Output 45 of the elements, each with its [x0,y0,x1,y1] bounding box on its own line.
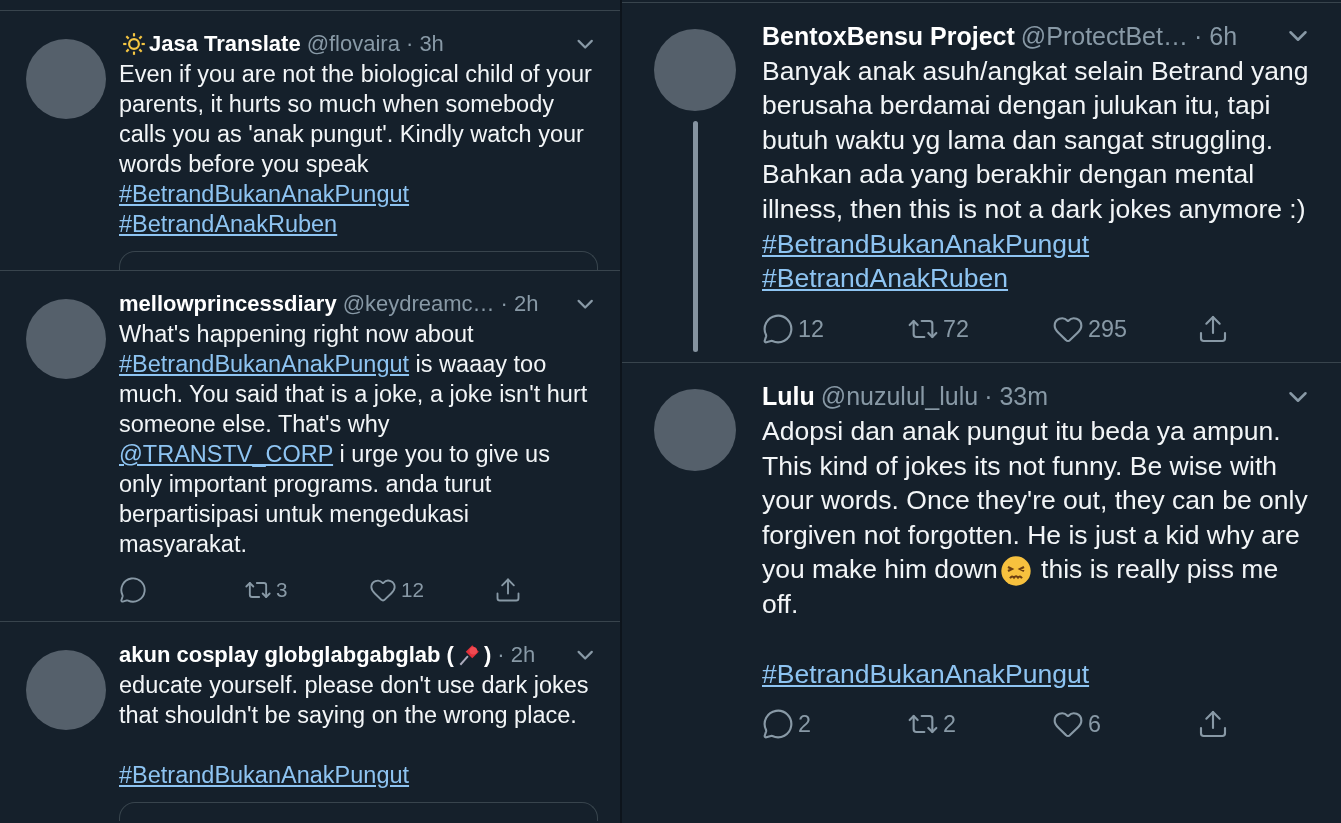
user-handle[interactable]: @ProtectBet… [1020,19,1188,54]
reply-button[interactable]: 12 [762,311,824,347]
persevering-face-icon [999,555,1032,588]
hashtag-link[interactable]: #BetrandBukanAnakPungut [762,658,1090,689]
user-handle[interactable]: @keydreamc… [342,289,495,319]
display-name[interactable]: Lulu [762,379,815,414]
timestamp[interactable]: · 2h [500,289,539,319]
hashtag-link[interactable]: #BetrandBukanAnakPungut [119,762,410,788]
tweet-text: Even if you are not the biological child of your parents, it hurts so much when somebody calls you as 'anak pungut'. Kindly watch your words before you speak [119,60,593,179]
retweet-button[interactable]: 3 [244,575,288,605]
user-handle[interactable]: @flovaira [306,29,400,59]
like-button[interactable]: 12 [369,575,424,605]
hashtag-link[interactable]: #BetrandAnakRuben [119,211,338,237]
hashtag-link[interactable]: #BetrandAnakRuben [762,263,1009,294]
reply-icon [762,313,794,346]
display-name[interactable]: BentoxBensu Project [762,19,1015,54]
display-name[interactable]: ) [483,640,492,670]
display-name[interactable]: mellowprincessdiary [119,289,337,319]
timestamp[interactable]: · 2h [497,640,536,670]
reply-icon [762,708,794,741]
tweet[interactable]: akun cosplay globglabgabglab ( ) · 2h educate yourself. please don't use dark jokes that shouldn't be saying on the wrong place. #BetrandBukanAnakPungut [0,621,620,821]
timestamp[interactable]: · 33m [984,379,1049,414]
timestamp[interactable]: · 6h [1193,19,1238,54]
share-icon [494,576,522,604]
tweet-text: Banyak anak asuh/angkat selain Betrand yang berusaha berdamai dengan julukan itu, tapi butuh waktu yg lama dan sangat struggling. Bahkan ada yang berakhir dengan mental illness, then this is not a dark jokes anymore :) [762,54,1310,226]
display-name[interactable]: Jasa Translate [149,29,301,59]
reply-button[interactable] [119,575,147,605]
like-button[interactable]: 295 [1052,311,1127,347]
hashtag-link[interactable]: @TRANSTV_CORP [119,441,334,467]
display-name[interactable]: akun cosplay globglabgabglab ( [119,640,454,670]
retweet-button[interactable]: 2 [907,707,956,742]
user-handle[interactable]: @nuzulul_lulu [820,379,979,414]
tweet-text: educate yourself. please don't use dark jokes that shouldn't be saying on the wrong place. [119,671,590,730]
hashtag-link[interactable]: #BetrandBukanAnakPungut [119,181,410,207]
hashtag-link[interactable]: #BetrandBukanAnakPungut [762,228,1090,259]
timestamp[interactable]: · 3h [405,29,444,59]
like-button[interactable]: 6 [1052,707,1101,742]
tweet-text: Adopsi dan anak pungut itu beda ya ampun. This kind of jokes its not funny. Be wise with your words. Once they're out, they can be only forgiven not forgotten. He is just a kid why are you make him down this is really piss me off. [762,414,1309,622]
reply-button[interactable]: 2 [762,707,811,742]
hashtag-link[interactable]: #BetrandBukanAnakPungut [119,351,410,377]
retweet-button[interactable]: 72 [907,311,969,347]
reply-icon [119,576,147,604]
sun-icon [121,31,147,57]
tweet-text: What's happening right now about #BetrandBukanAnakPungut is waaay too much. You said that is a joke, a joke isn't hurt someone else. That's why @TRANSTV_CORP i urge you to give us only important programs. anda turut berpartisipasi untuk mengedukasi masyarakat. [119,320,589,559]
tweet[interactable] [0,10,620,270]
